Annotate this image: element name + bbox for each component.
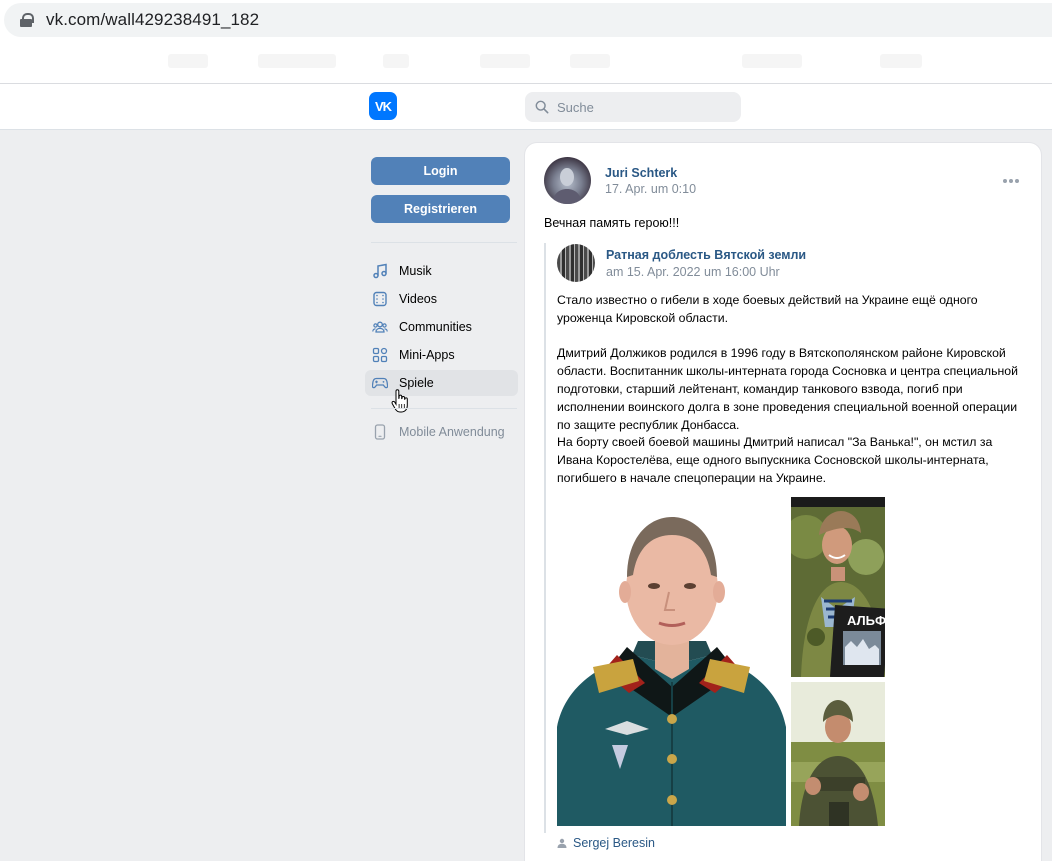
- bookmark-item[interactable]: [168, 54, 208, 68]
- bookmark-item[interactable]: [383, 54, 409, 68]
- sidebar-item-mini-apps[interactable]: Mini-Apps: [365, 342, 518, 368]
- gamepad-icon: [372, 377, 388, 389]
- repost-divider: [544, 243, 546, 833]
- vk-logo[interactable]: VK: [369, 92, 397, 120]
- sidebar-item-label: Communities: [399, 320, 472, 334]
- sidebar-item-label: Musik: [399, 264, 432, 278]
- author-avatar[interactable]: [544, 157, 591, 204]
- sidebar-item-games[interactable]: Spiele: [365, 370, 518, 396]
- communities-icon: [372, 321, 388, 333]
- photo-credit-name[interactable]: Sergej Beresin: [573, 836, 655, 850]
- more-options-icon[interactable]: [1003, 179, 1019, 183]
- sidebar-divider: [371, 242, 517, 243]
- sidebar-divider: [371, 408, 517, 409]
- lock-icon: [20, 13, 34, 27]
- url-text[interactable]: vk.com/wall429238491_182: [46, 10, 259, 30]
- user-icon: [557, 838, 567, 848]
- vk-header: VK: [0, 84, 1052, 130]
- post-author-link[interactable]: Juri Schterk: [605, 166, 677, 180]
- mobile-phone-icon: [374, 424, 386, 440]
- repost-text: Стало известно о гибели в ходе боевых де…: [557, 292, 1027, 488]
- repost-paragraph: Дмитрий Должиков родился в 1996 году в В…: [557, 346, 1018, 432]
- search-icon: [535, 100, 549, 114]
- repost-author-avatar[interactable]: [557, 244, 595, 282]
- bookmark-item[interactable]: [570, 54, 610, 68]
- bookmark-item[interactable]: [742, 54, 802, 68]
- repost-author-link[interactable]: Ратная доблесть Вятской земли: [606, 248, 806, 262]
- photo-sign-text: АЛЬФ: [847, 613, 885, 628]
- bookmark-item[interactable]: [480, 54, 530, 68]
- sidebar-item-label: Mini-Apps: [399, 348, 455, 362]
- sidebar-item-label: Videos: [399, 292, 437, 306]
- repost-paragraph: На борту своей боевой машины Дмитрий нап…: [557, 435, 993, 485]
- bookmarks-bar: [0, 42, 1052, 84]
- post-date[interactable]: 17. Apr. um 0:10: [605, 182, 696, 196]
- photo-credit-link[interactable]: Sergej Beresin: [557, 836, 655, 850]
- browser-address-bar: vk.com/wall429238491_182: [0, 0, 1052, 42]
- register-button[interactable]: Registrieren: [371, 195, 510, 223]
- post-photo-portrait[interactable]: [557, 497, 786, 826]
- post-photo-soldier-field[interactable]: [791, 682, 885, 826]
- login-button[interactable]: Login: [371, 157, 510, 185]
- video-icon: [373, 291, 387, 307]
- sidebar-item-label: Spiele: [399, 376, 434, 390]
- post-text: Вечная память герою!!!: [544, 216, 680, 230]
- bookmark-item[interactable]: [880, 54, 922, 68]
- bookmark-item[interactable]: [258, 54, 336, 68]
- repost-date[interactable]: am 15. Apr. 2022 um 16:00 Uhr: [606, 265, 780, 279]
- search-box[interactable]: [525, 92, 741, 122]
- url-field[interactable]: vk.com/wall429238491_182: [4, 3, 1052, 37]
- sidebar-item-communities[interactable]: Communities: [365, 314, 518, 340]
- sidebar-item-videos[interactable]: Videos: [365, 286, 518, 312]
- sidebar-item-label: Mobile Anwendung: [399, 425, 505, 439]
- repost-paragraph: Стало известно о гибели в ходе боевых де…: [557, 293, 978, 325]
- search-input[interactable]: [557, 99, 727, 115]
- wall-post: Juri Schterk 17. Apr. um 0:10 Вечная пам…: [525, 143, 1041, 861]
- apps-icon: [372, 347, 388, 363]
- post-photo-soldier-sign[interactable]: АЛЬФ: [791, 497, 885, 677]
- music-icon: [373, 263, 387, 279]
- sidebar-item-mobile-app[interactable]: Mobile Anwendung: [365, 419, 518, 445]
- sidebar-item-music[interactable]: Musik: [365, 258, 518, 284]
- hand-cursor-icon: [391, 389, 408, 413]
